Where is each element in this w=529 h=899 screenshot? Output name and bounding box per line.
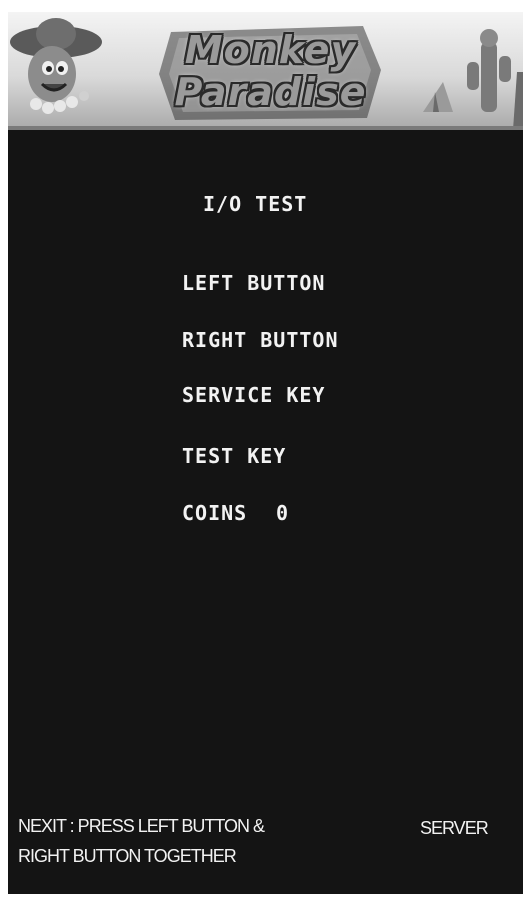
left-button-item: LEFT BUTTON	[182, 271, 326, 295]
game-logo: Monkey Paradise	[153, 22, 388, 122]
server-mode-label: SERVER	[420, 818, 489, 838]
banner-divider	[8, 126, 523, 130]
game-screen: Monkey Paradise I/O TEST LEFT BUTTON RIG…	[8, 12, 523, 894]
logo-line-2: Paradise	[174, 70, 367, 114]
exit-instruction-line-2: RIGHT BUTTON TOGETHER	[18, 846, 237, 866]
io-test-title: I/O TEST	[203, 192, 308, 216]
logo-line-1: Monkey	[184, 28, 357, 72]
coins-label: COINS	[182, 501, 248, 525]
monkey-mascot-icon	[10, 18, 102, 114]
test-key-item: TEST KEY	[182, 444, 287, 468]
coins-count: 0	[276, 501, 290, 525]
right-button-item: RIGHT BUTTON	[182, 328, 339, 352]
service-key-item: SERVICE KEY	[182, 383, 326, 407]
exit-instruction-line-1: NEXIT : PRESS LEFT BUTTON &	[18, 816, 265, 836]
cactus-scenery-icon	[423, 29, 523, 130]
title-banner: Monkey Paradise	[8, 12, 523, 130]
